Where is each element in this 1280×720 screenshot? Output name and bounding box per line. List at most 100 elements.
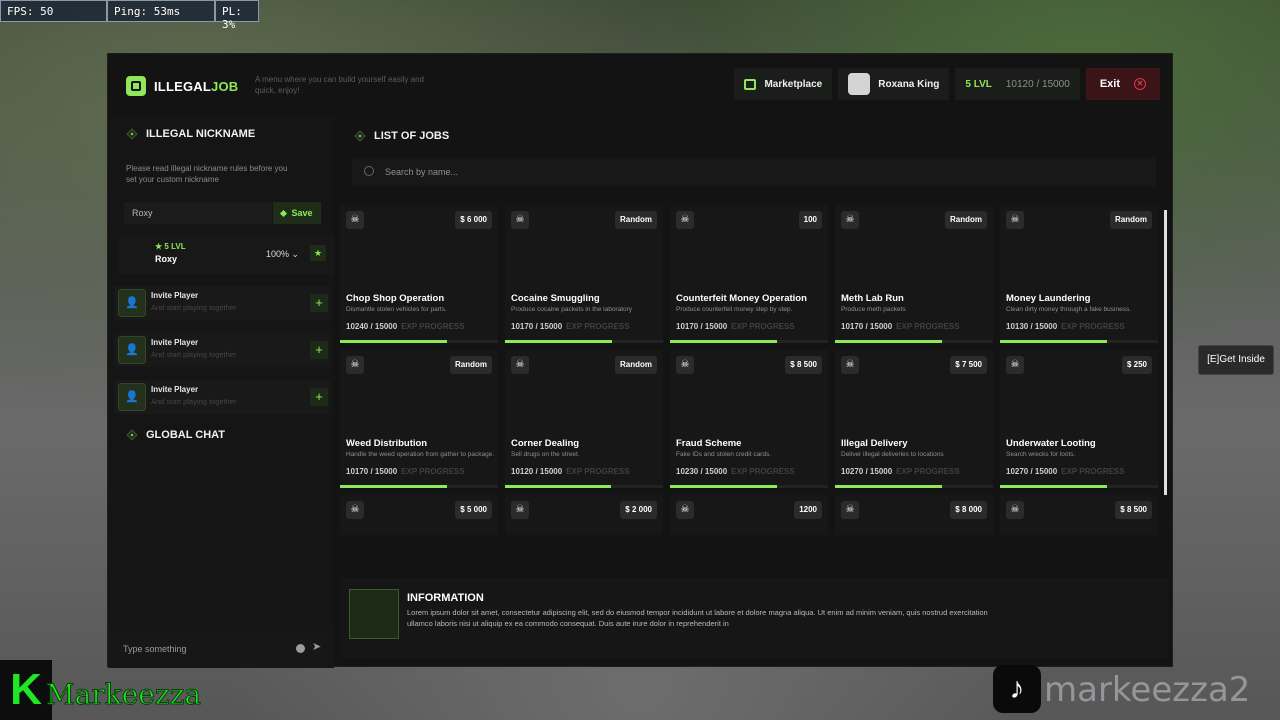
user-profile[interactable]: Roxana King [838,68,950,100]
scrollbar[interactable] [1164,210,1167,495]
invite-add-button[interactable]: + [310,294,328,312]
exp-progress-bar [505,485,663,488]
fps-readout: FPS: 50 [0,0,107,22]
job-card[interactable]: ☠ 1200 [670,495,828,535]
job-price: $ 6 000 [455,211,492,229]
invite-title: Invite Player [151,385,199,394]
logo-icon [126,76,146,96]
skull-icon: ☠ [1006,356,1024,374]
marketplace-button[interactable]: Marketplace [734,68,833,100]
tagline: A menu where you can build yourself easi… [255,75,424,95]
job-card[interactable]: ☠ $ 5 000 [340,495,498,535]
exit-label: Exit [1099,78,1120,90]
info-title: INFORMATION [407,592,484,604]
exp-progress-bar [670,485,828,488]
skull-icon: ☠ [841,211,859,229]
job-card[interactable]: ☠ $ 8 500 Fraud Scheme Fake IDs and stolen … [670,350,828,488]
job-price: Random [945,211,987,229]
percent-select[interactable]: 100% ⌄ [266,249,299,260]
job-price: $ 2 000 [620,501,657,519]
skull-icon: ☠ [841,501,859,519]
nickname-description: Please read illegal nickname rules befor… [126,164,288,184]
job-card[interactable]: ☠ Random Meth Lab Run Produce meth packets 1… [835,205,993,343]
exp-progress-bar [505,340,663,343]
search-icon [364,166,374,176]
chevron-down-icon: ⌄ [291,249,300,259]
job-xp: 10170 / 15000 EXP PROGRESS [676,322,795,331]
skull-icon: ☠ [676,211,694,229]
send-icon[interactable]: ➤ [312,640,321,653]
job-price: $ 5 000 [455,501,492,519]
exp-progress-bar [1000,485,1158,488]
skull-icon: ☠ [511,356,529,374]
job-card[interactable]: ☠ Random Money Laundering Clean dirty money… [1000,205,1158,343]
exp-progress-bar [340,485,498,488]
store-icon [744,78,757,90]
player-card: ★ 5 LVL Roxy 100% ⌄ ★ [118,236,334,274]
invite-title: Invite Player [151,291,199,300]
job-name: Cocaine Smuggling [511,293,600,304]
level-display: 5 LVL 10120 / 15000 [955,68,1080,100]
chat-placeholder: Type something [123,644,187,654]
logo: ILLEGALJOB [126,76,238,96]
information-panel: INFORMATION Lorem ipsum dolor sit amet, … [340,578,1168,658]
ping-readout: Ping: 53ms [107,0,215,22]
jobs-title: LIST OF JOBS [354,130,449,142]
skull-icon: ☠ [511,211,529,229]
skull-icon: ☠ [1006,211,1024,229]
skull-icon: ☠ [346,501,364,519]
marketplace-label: Marketplace [764,78,823,90]
jobs-area: LIST OF JOBS Search by name... ☠ $ 6 000 C… [334,116,1174,668]
invite-title: Invite Player [151,338,199,347]
job-description: Clean dirty money through a fake busines… [1006,306,1132,313]
diamond-icon [280,209,288,217]
nickname-section-title: ILLEGAL NICKNAME [126,128,255,140]
add-user-icon: 👤 [118,336,146,364]
job-price: $ 250 [1121,356,1152,374]
job-price: 1200 [794,501,822,519]
job-description: Fake IDs and stolen credit cards. [676,451,772,458]
job-name: Illegal Delivery [841,438,908,449]
job-card[interactable]: ☠ $ 250 Underwater Looting Search wrecks fo… [1000,350,1158,488]
player-level: ★ 5 LVL [155,242,186,251]
global-chat-title: GLOBAL CHAT [126,429,225,441]
job-card[interactable]: ☠ Random Corner Dealing Sell drugs on the s… [505,350,663,488]
job-name: Counterfeit Money Operation [676,293,807,304]
diamond-icon [354,130,366,142]
invite-add-button[interactable]: + [310,388,328,406]
invite-subtitle: And start playing together [151,350,237,359]
nickname-input[interactable]: Roxy [124,202,272,224]
job-name: Corner Dealing [511,438,580,449]
streamer-name: Markeezza [45,678,202,712]
job-card[interactable]: ☠ $ 7 500 Illegal Delivery Deliver illegal … [835,350,993,488]
close-icon: ✕ [1134,78,1146,90]
skull-icon: ☠ [346,211,364,229]
job-card[interactable]: ☠ $ 8 000 [835,495,993,535]
job-card[interactable]: ☠ 100 Counterfeit Money Operation Produce c… [670,205,828,343]
exp-progress-bar [835,485,993,488]
job-card[interactable]: ☠ $ 8 500 [1000,495,1158,535]
job-price: Random [615,356,657,374]
job-card[interactable]: ☠ Random Cocaine Smuggling Produce cocaine … [505,205,663,343]
exit-button[interactable]: Exit ✕ [1085,68,1160,100]
search-input[interactable]: Search by name... [352,158,1156,186]
job-card[interactable]: ☠ $ 6 000 Chop Shop Operation Dismantle sto… [340,205,498,343]
invite-player-row: 👤 Invite Player And start playing togeth… [114,333,330,367]
username: Roxana King [878,78,940,90]
job-card[interactable]: ☠ Random Weed Distribution Handle the weed … [340,350,498,488]
logo-text: ILLEGALJOB [154,78,239,94]
invite-add-button[interactable]: + [310,341,328,359]
invite-player-row: 👤 Invite Player And start playing togeth… [114,286,330,320]
avatar [848,73,871,95]
job-price: $ 8 500 [1115,501,1152,519]
job-xp: 10270 / 15000 EXP PROGRESS [841,467,960,476]
diamond-icon [126,128,138,140]
job-card[interactable]: ☠ $ 2 000 [505,495,663,535]
emoji-icon[interactable] [296,644,305,653]
tiktok-icon: ♪ [993,665,1041,713]
job-price: $ 8 000 [950,501,987,519]
star-button[interactable]: ★ [310,245,326,261]
job-description: Deliver illegal deliveries to locations [841,451,944,458]
job-price: 100 [798,211,822,229]
save-button[interactable]: Save [273,202,321,224]
